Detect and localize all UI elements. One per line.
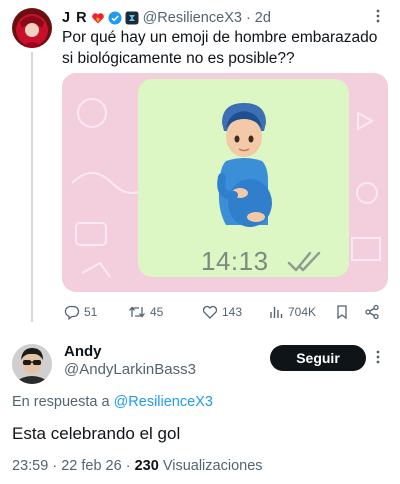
reply-views-label[interactable]: Visualizaciones	[163, 458, 263, 474]
bookmark-icon	[337, 305, 347, 320]
heart-flame-icon	[91, 11, 105, 25]
affiliate-badge-icon	[125, 11, 139, 25]
whatsapp-message-bubble: 14:13	[138, 79, 349, 277]
verified-badge-icon	[108, 11, 122, 25]
dot-separator: ·	[245, 10, 251, 26]
reply-author-handle[interactable]: @AndyLarkinBass3	[64, 361, 196, 378]
reply-author-name[interactable]: Andy	[64, 343, 102, 360]
reply-time[interactable]: 23:59	[12, 458, 48, 474]
tweet-media-image[interactable]: 14:13	[62, 73, 388, 292]
original-tweet[interactable]: J R @ResilienceX3 · 2d Por qué hay un em…	[0, 0, 400, 328]
double-check-icon	[287, 251, 321, 272]
more-icon[interactable]	[370, 8, 386, 24]
views-button[interactable]: 704K	[268, 302, 316, 322]
reply-views-count: 230	[134, 458, 159, 474]
author-handle[interactable]: @ResilienceX3	[143, 10, 242, 26]
reply-text: Esta celebrando el gol	[12, 424, 181, 443]
views-icon	[270, 307, 283, 318]
retweet-icon	[129, 306, 145, 318]
like-count: 143	[222, 305, 243, 319]
tweet-actions: 51 45 143 704K	[62, 302, 392, 322]
tweet-time-ago[interactable]: 2d	[255, 10, 271, 26]
reply-count: 51	[84, 305, 98, 319]
share-icon	[365, 304, 379, 320]
meta-separator: ·	[125, 458, 131, 474]
meta-separator: ·	[52, 458, 58, 474]
reply-button[interactable]: 51	[64, 302, 97, 322]
bookmark-button[interactable]	[335, 302, 349, 322]
replying-to: En respuesta a @ResilienceX3	[12, 394, 213, 410]
reply-date[interactable]: 22 feb 26	[61, 458, 121, 474]
tweet-text: Por qué hay un emoji de hombre embarazad…	[62, 29, 378, 67]
retweet-count: 45	[150, 305, 164, 319]
replying-to-handle-link[interactable]: @ResilienceX3	[114, 394, 213, 410]
retweet-button[interactable]: 45	[128, 302, 163, 322]
pregnant-man-emoji-icon	[217, 103, 272, 227]
follow-button[interactable]: Seguir	[270, 345, 366, 371]
reply-icon	[64, 305, 80, 320]
like-icon	[202, 305, 218, 319]
message-timestamp: 14:13	[201, 246, 269, 276]
author-name[interactable]: J R	[62, 10, 88, 26]
views-count: 704K	[288, 305, 317, 319]
tweet-header: J R @ResilienceX3 · 2d	[62, 9, 271, 27]
author-avatar[interactable]	[12, 8, 52, 48]
like-button[interactable]: 143	[202, 302, 242, 322]
reply-author-avatar[interactable]	[12, 344, 52, 384]
replying-to-prefix: En respuesta a	[12, 394, 110, 410]
reply-meta: 23:59 · 22 feb 26 · 230 Visualizaciones	[12, 458, 263, 474]
thread-line	[31, 52, 33, 322]
share-button[interactable]	[364, 302, 380, 322]
more-icon[interactable]	[370, 349, 386, 365]
